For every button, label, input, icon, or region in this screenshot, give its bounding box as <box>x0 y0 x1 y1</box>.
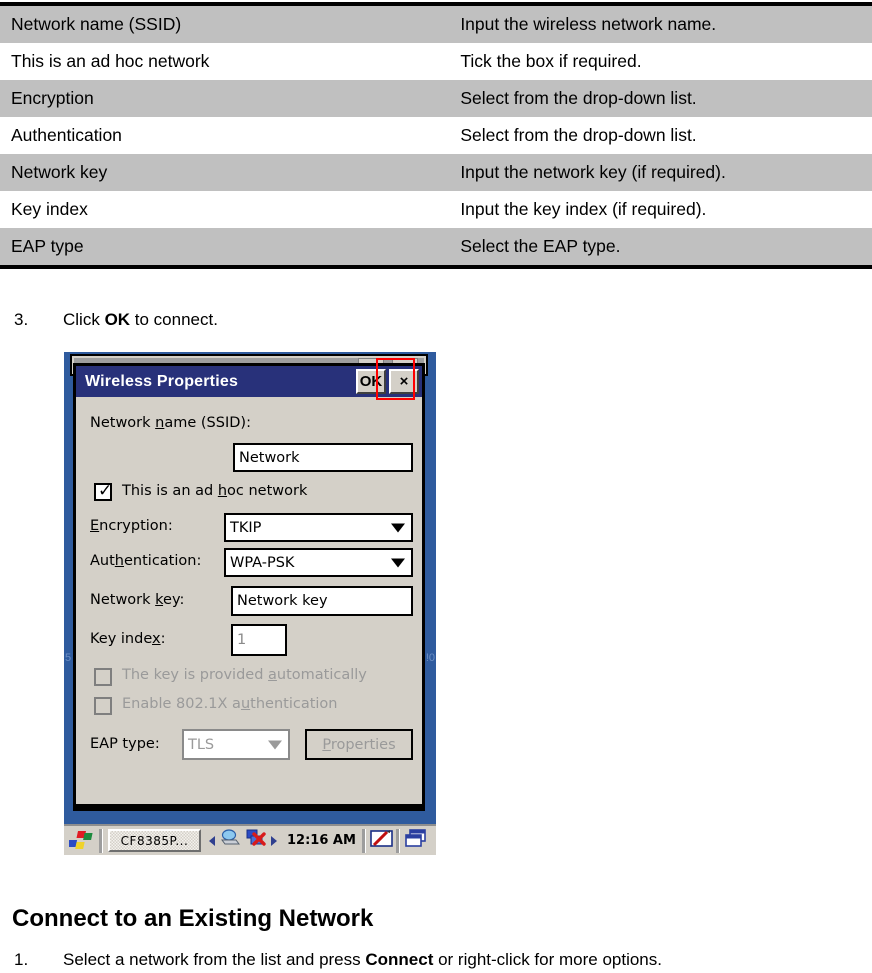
table-row: Encryption Select from the drop-down list… <box>0 80 872 117</box>
stylus-glyph <box>370 829 393 847</box>
ok-button[interactable]: OK <box>356 369 386 394</box>
step-1-text: Select a network from the list and press… <box>63 950 662 970</box>
step-3-emphasis: OK <box>104 310 131 329</box>
taskbar-divider <box>99 828 103 853</box>
table-row: This is an ad hoc network Tick the box if… <box>0 43 872 80</box>
taskbar-divider-3 <box>395 828 400 853</box>
taskbar-divider-2 <box>361 828 366 853</box>
window-switcher-glyph <box>405 828 426 847</box>
chevron-down-icon <box>391 523 405 532</box>
table-cell-description: Select the EAP type. <box>460 236 621 256</box>
adhoc-label: This is an ad hoc network <box>122 483 308 499</box>
step-1-text-before: Select a network from the list and press <box>63 950 366 969</box>
table-cell-term: Encryption <box>11 88 94 108</box>
authentication-dropdown[interactable]: WPA-PSK <box>224 548 413 577</box>
table-row: EAP type Select the EAP type. <box>0 228 872 267</box>
desktop-text-right: !0 <box>425 652 435 664</box>
encryption-value: TKIP <box>230 519 262 536</box>
network-disconnected-icon[interactable] <box>245 829 267 852</box>
ssid-label: Network name (SSID): <box>90 415 251 431</box>
eap-type-value: TLS <box>188 736 215 753</box>
table-cell-term: EAP type <box>11 236 84 256</box>
table-cell-description: Input the wireless network name. <box>460 14 717 34</box>
table-row: Network name (SSID) Input the wireless ne… <box>0 4 872 43</box>
close-icon[interactable]: × <box>389 369 419 394</box>
network-key-label: Network key: <box>90 592 185 608</box>
authentication-label: Authentication: <box>90 553 202 569</box>
table-cell-term: Network key <box>11 162 108 182</box>
checkmark-icon: ✓ <box>98 481 113 501</box>
network-connection-glyph <box>221 829 240 845</box>
wireless-properties-reference-table: Network name (SSID) Input the wireless ne… <box>0 2 872 269</box>
step-3-text-before: Click <box>63 310 105 329</box>
section-heading: Connect to an Existing Network <box>12 905 374 932</box>
table-cell-description: Select from the drop-down list. <box>460 88 697 108</box>
window-switcher-icon[interactable] <box>404 828 428 853</box>
table-row: Authentication Select from the drop-down … <box>0 117 872 154</box>
step-3-text-after: to connect. <box>130 310 218 329</box>
table-cell-term: Network name (SSID) <box>11 14 182 34</box>
table-cell-description: Input the key index (if required). <box>460 199 707 219</box>
adhoc-checkbox[interactable]: ✓ <box>94 481 113 501</box>
table-row: Key index Input the key index (if require… <box>0 191 872 228</box>
table-cell-description: Select from the drop-down list. <box>460 125 697 145</box>
input-panel-stylus-icon[interactable] <box>370 829 394 853</box>
encryption-label: Encryption: <box>90 518 173 534</box>
tray-scroll-right-icon[interactable] <box>271 835 277 846</box>
dialog-title: Wireless Properties <box>85 372 239 390</box>
key-index-input[interactable]: 1 <box>231 624 287 656</box>
dialog-body: Network name (SSID): Network ✓ This is a… <box>76 397 422 808</box>
chevron-down-icon <box>268 740 282 749</box>
eap-properties-button[interactable]: Properties <box>305 729 413 760</box>
authentication-value: WPA-PSK <box>230 554 295 571</box>
auto-key-checkbox[interactable] <box>94 668 112 686</box>
step-3-number: 3. <box>14 310 29 329</box>
table-cell-term: Authentication <box>11 125 122 145</box>
network-key-input[interactable]: Network key <box>231 586 413 616</box>
task-button-cf8385p[interactable]: CF8385P... <box>108 829 201 852</box>
device-screenshot: 5 !0 Wireless Properties OK × Network na… <box>64 352 436 855</box>
table-row: Network key Input the network key (if req… <box>0 154 872 191</box>
network-disconnected-glyph <box>246 829 266 846</box>
step-1-text-after: or right-click for more options. <box>433 950 662 969</box>
table-cell-description: Tick the box if required. <box>460 51 642 71</box>
network-connection-icon[interactable] <box>219 829 241 852</box>
start-button-icon[interactable] <box>67 830 94 851</box>
system-tray: 12:16 AM <box>207 829 362 852</box>
key-index-label: Key index: <box>90 631 166 647</box>
step-3-text: Click OK to connect. <box>63 310 218 330</box>
dialog-titlebar: Wireless Properties OK × <box>76 358 422 400</box>
table-cell-term: Key index <box>11 199 88 219</box>
desktop-text-left: 5 <box>65 652 72 664</box>
ssid-input[interactable]: Network <box>233 443 413 472</box>
tray-scroll-left-icon[interactable] <box>209 835 215 846</box>
encryption-dropdown[interactable]: TKIP <box>224 513 413 542</box>
eap-type-dropdown[interactable]: TLS <box>182 729 290 760</box>
chevron-down-icon <box>391 558 405 567</box>
table-cell-description: Input the network key (if required). <box>460 162 726 182</box>
dot1x-checkbox[interactable] <box>94 697 112 715</box>
wireless-properties-dialog: Wireless Properties OK × Network name (S… <box>73 358 425 811</box>
table-cell-term: This is an ad hoc network <box>11 51 210 71</box>
table-body: Network name (SSID) Input the wireless ne… <box>0 4 872 267</box>
windows-ce-flag-glyph <box>67 830 93 849</box>
step-1-emphasis: Connect <box>365 950 434 969</box>
eap-properties-label: Properties <box>322 736 396 753</box>
clock[interactable]: 12:16 AM <box>287 833 356 848</box>
dot1x-label: Enable 802.1X authentication <box>122 696 338 712</box>
taskbar: CF8385P... 12:16 AM <box>64 824 436 855</box>
auto-key-label: The key is provided automatically <box>122 667 367 683</box>
step-1-number: 1. <box>14 950 29 969</box>
eap-type-label: EAP type: <box>90 736 160 752</box>
